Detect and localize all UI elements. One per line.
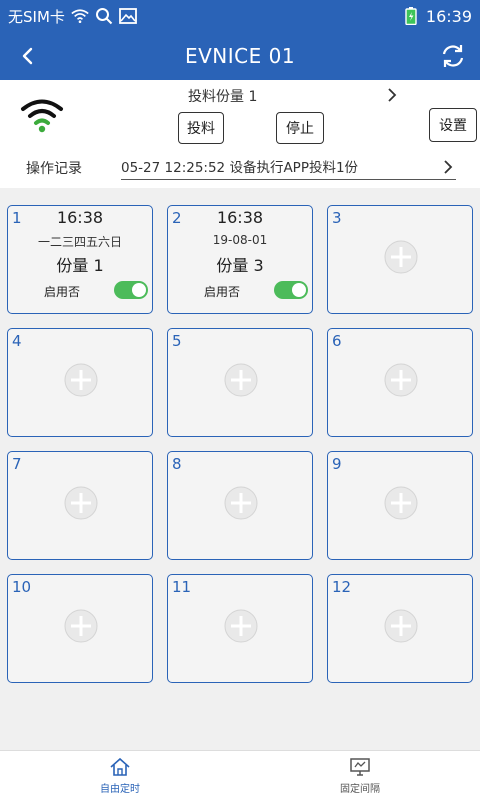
timer-grid: 1 16:38 一二三四五六日 份量 1 启用否 2 16:38 19-08-0… xyxy=(7,205,473,683)
timer-slot-10[interactable]: 10 xyxy=(7,574,153,683)
plus-icon xyxy=(384,609,418,643)
stop-button[interactable]: 停止 xyxy=(276,112,324,144)
enable-label: 启用否 xyxy=(44,285,81,299)
wifi-icon xyxy=(71,7,89,25)
search-icon xyxy=(95,7,113,25)
settings-button[interactable]: 设置 xyxy=(429,108,477,142)
slot-number: 9 xyxy=(332,455,342,473)
slot-number: 11 xyxy=(172,578,192,596)
feed-button[interactable]: 投料 xyxy=(178,112,224,144)
timer-slot-3[interactable]: 3 xyxy=(327,205,473,314)
wifi-icon xyxy=(20,98,64,134)
slot-number: 8 xyxy=(172,455,182,473)
slot-date: 19-08-01 xyxy=(212,233,268,247)
slot-time: 16:38 xyxy=(56,208,104,227)
tab-fixed-interval[interactable]: 固定间隔 xyxy=(300,757,420,795)
plus-icon xyxy=(64,363,98,397)
timer-slot-4[interactable]: 4 xyxy=(7,328,153,437)
back-icon[interactable] xyxy=(14,42,42,70)
chevron-right-icon[interactable] xyxy=(384,86,400,104)
timer-slot-11[interactable]: 11 xyxy=(167,574,313,683)
plus-icon xyxy=(384,363,418,397)
slot-number: 6 xyxy=(332,332,342,350)
slot-number: 7 xyxy=(12,455,22,473)
plus-icon xyxy=(224,609,258,643)
control-panel: 投料份量 1 投料 停止 设置 操作记录 05-27 12:25:52 设备执行… xyxy=(0,80,480,188)
plus-icon xyxy=(64,609,98,643)
status-time: 16:39 xyxy=(425,6,472,26)
home-icon xyxy=(110,757,130,776)
plus-icon xyxy=(64,486,98,520)
refresh-icon[interactable] xyxy=(438,41,468,71)
monitor-icon xyxy=(350,758,370,776)
tab-label: 自由定时 xyxy=(100,784,140,795)
timer-slot-7[interactable]: 7 xyxy=(7,451,153,560)
sim-status: 无SIM卡 xyxy=(8,7,65,26)
log-text: 05-27 12:25:52 设备执行APP投料1份 xyxy=(121,156,456,180)
log-label: 操作记录 xyxy=(26,161,82,177)
plus-icon xyxy=(384,486,418,520)
timer-slot-5[interactable]: 5 xyxy=(167,328,313,437)
image-icon xyxy=(118,7,137,25)
slot-number: 10 xyxy=(12,578,32,596)
bottom-nav: 自由定时 固定间隔 xyxy=(0,750,480,800)
chevron-right-icon[interactable] xyxy=(440,158,456,176)
timer-slot-12[interactable]: 12 xyxy=(327,574,473,683)
timer-slot-8[interactable]: 8 xyxy=(167,451,313,560)
tab-label: 固定间隔 xyxy=(340,784,380,795)
enable-toggle[interactable] xyxy=(274,281,308,299)
timer-slot-9[interactable]: 9 xyxy=(327,451,473,560)
slot-time: 16:38 xyxy=(216,208,264,227)
slot-number: 12 xyxy=(332,578,352,596)
feed-amount-label: 投料份量 1 xyxy=(188,89,258,105)
enable-toggle[interactable] xyxy=(114,281,148,299)
timer-slot-6[interactable]: 6 xyxy=(327,328,473,437)
slot-number: 5 xyxy=(172,332,182,350)
status-bar: 无SIM卡 16:39 xyxy=(0,0,480,32)
slot-number: 4 xyxy=(12,332,22,350)
battery-icon xyxy=(402,7,420,25)
page-title: EVNICE 01 xyxy=(184,44,296,68)
app-bar: EVNICE 01 xyxy=(0,32,480,80)
slot-number: 3 xyxy=(332,209,342,227)
slot-quantity: 份量 3 xyxy=(216,256,264,275)
plus-icon xyxy=(224,486,258,520)
slot-quantity: 份量 1 xyxy=(56,256,104,275)
timer-slot-1[interactable]: 1 16:38 一二三四五六日 份量 1 启用否 xyxy=(7,205,153,314)
plus-icon xyxy=(384,240,418,274)
enable-label: 启用否 xyxy=(204,285,241,299)
plus-icon xyxy=(224,363,258,397)
tab-auto-timer[interactable]: 自由定时 xyxy=(60,757,180,795)
slot-days: 一二三四五六日 xyxy=(37,235,122,249)
timer-slot-2[interactable]: 2 16:38 19-08-01 份量 3 启用否 xyxy=(167,205,313,314)
